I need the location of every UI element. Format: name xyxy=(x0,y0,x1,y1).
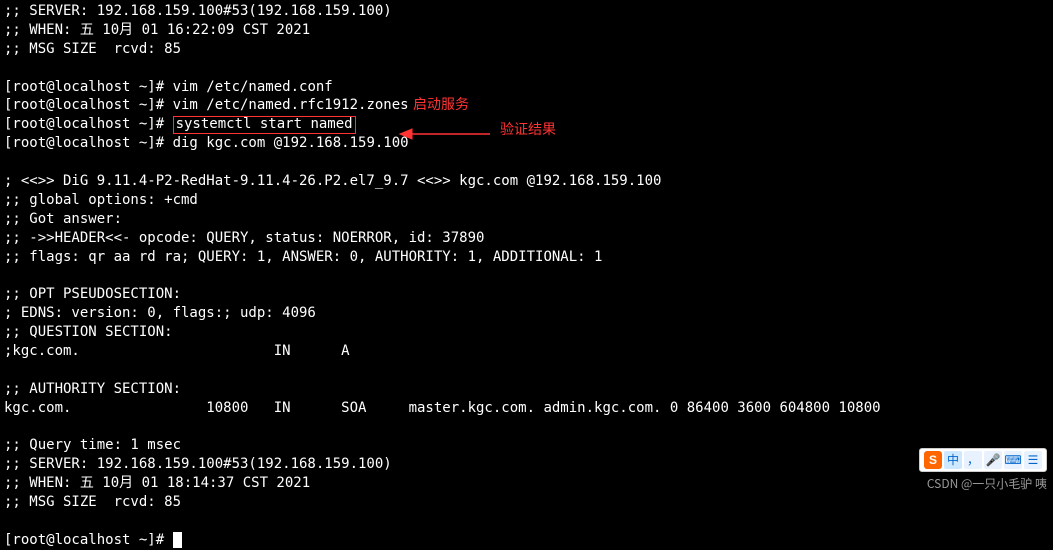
cursor-icon[interactable] xyxy=(173,532,182,548)
dig-flags: ;; flags: qr aa rd ra; QUERY: 1, ANSWER:… xyxy=(4,249,602,265)
ime-mic-icon[interactable]: 🎤 xyxy=(984,451,1002,469)
watermark-text: CSDN @一只小毛驴 咦 xyxy=(927,476,1047,492)
dig-opt-pseudosection: ;; OPT PSEUDOSECTION: xyxy=(4,286,181,302)
prompt: [root@localhost ~]# xyxy=(4,79,173,95)
ime-keyboard-icon[interactable]: ⌨ xyxy=(1004,451,1022,469)
prompt: [root@localhost ~]# xyxy=(4,532,173,548)
prompt: [root@localhost ~]# xyxy=(4,97,173,113)
cmd-vim-named-conf: vim /etc/named.conf xyxy=(173,79,333,95)
cmd-systemctl-start-named: systemctl start named xyxy=(173,116,356,133)
annotation-verify-result: 验证结果 xyxy=(500,120,556,139)
dig-msg-size: ;; MSG SIZE rcvd: 85 xyxy=(4,494,181,510)
header-line-2: ;; WHEN: 五 10月 01 16:22:09 CST 2021 xyxy=(4,22,310,38)
dig-soa-record: kgc.com. 10800 IN SOA master.kgc.com. ad… xyxy=(4,400,881,416)
header-line-1: ;; SERVER: 192.168.159.100#53(192.168.15… xyxy=(4,3,392,19)
dig-server: ;; SERVER: 192.168.159.100#53(192.168.15… xyxy=(4,456,392,472)
cmd-vim-rfc1912: vim /etc/named.rfc1912.zones xyxy=(173,97,409,113)
ime-toolbar[interactable]: S 中 ， 🎤 ⌨ ☰ xyxy=(919,448,1047,472)
dig-global-options: ;; global options: +cmd xyxy=(4,192,198,208)
prompt: [root@localhost ~]# xyxy=(4,135,173,151)
ime-logo-icon[interactable]: S xyxy=(924,451,942,469)
annotation-start-service: 启动服务 xyxy=(413,95,469,114)
header-line-3: ;; MSG SIZE rcvd: 85 xyxy=(4,41,181,57)
dig-question-section: ;; QUESTION SECTION: xyxy=(4,324,173,340)
arrow-icon xyxy=(400,125,500,143)
dig-when: ;; WHEN: 五 10月 01 18:14:37 CST 2021 xyxy=(4,475,310,491)
dig-header: ;; ->>HEADER<<- opcode: QUERY, status: N… xyxy=(4,230,484,246)
ime-mode-button[interactable]: 中 xyxy=(944,451,962,469)
ime-punct-button[interactable]: ， xyxy=(964,451,982,469)
ime-menu-icon[interactable]: ☰ xyxy=(1024,451,1042,469)
dig-got-answer: ;; Got answer: xyxy=(4,211,122,227)
dig-version: ; <<>> DiG 9.11.4-P2-RedHat-9.11.4-26.P2… xyxy=(4,173,661,189)
terminal-output: ;; SERVER: 192.168.159.100#53(192.168.15… xyxy=(4,2,1049,550)
dig-authority-section: ;; AUTHORITY SECTION: xyxy=(4,381,181,397)
cmd-dig: dig kgc.com @192.168.159.100 xyxy=(173,135,409,151)
prompt: [root@localhost ~]# xyxy=(4,116,173,132)
dig-query-time: ;; Query time: 1 msec xyxy=(4,437,181,453)
dig-question-record: ;kgc.com. IN A xyxy=(4,343,350,359)
dig-edns: ; EDNS: version: 0, flags:; udp: 4096 xyxy=(4,305,316,321)
